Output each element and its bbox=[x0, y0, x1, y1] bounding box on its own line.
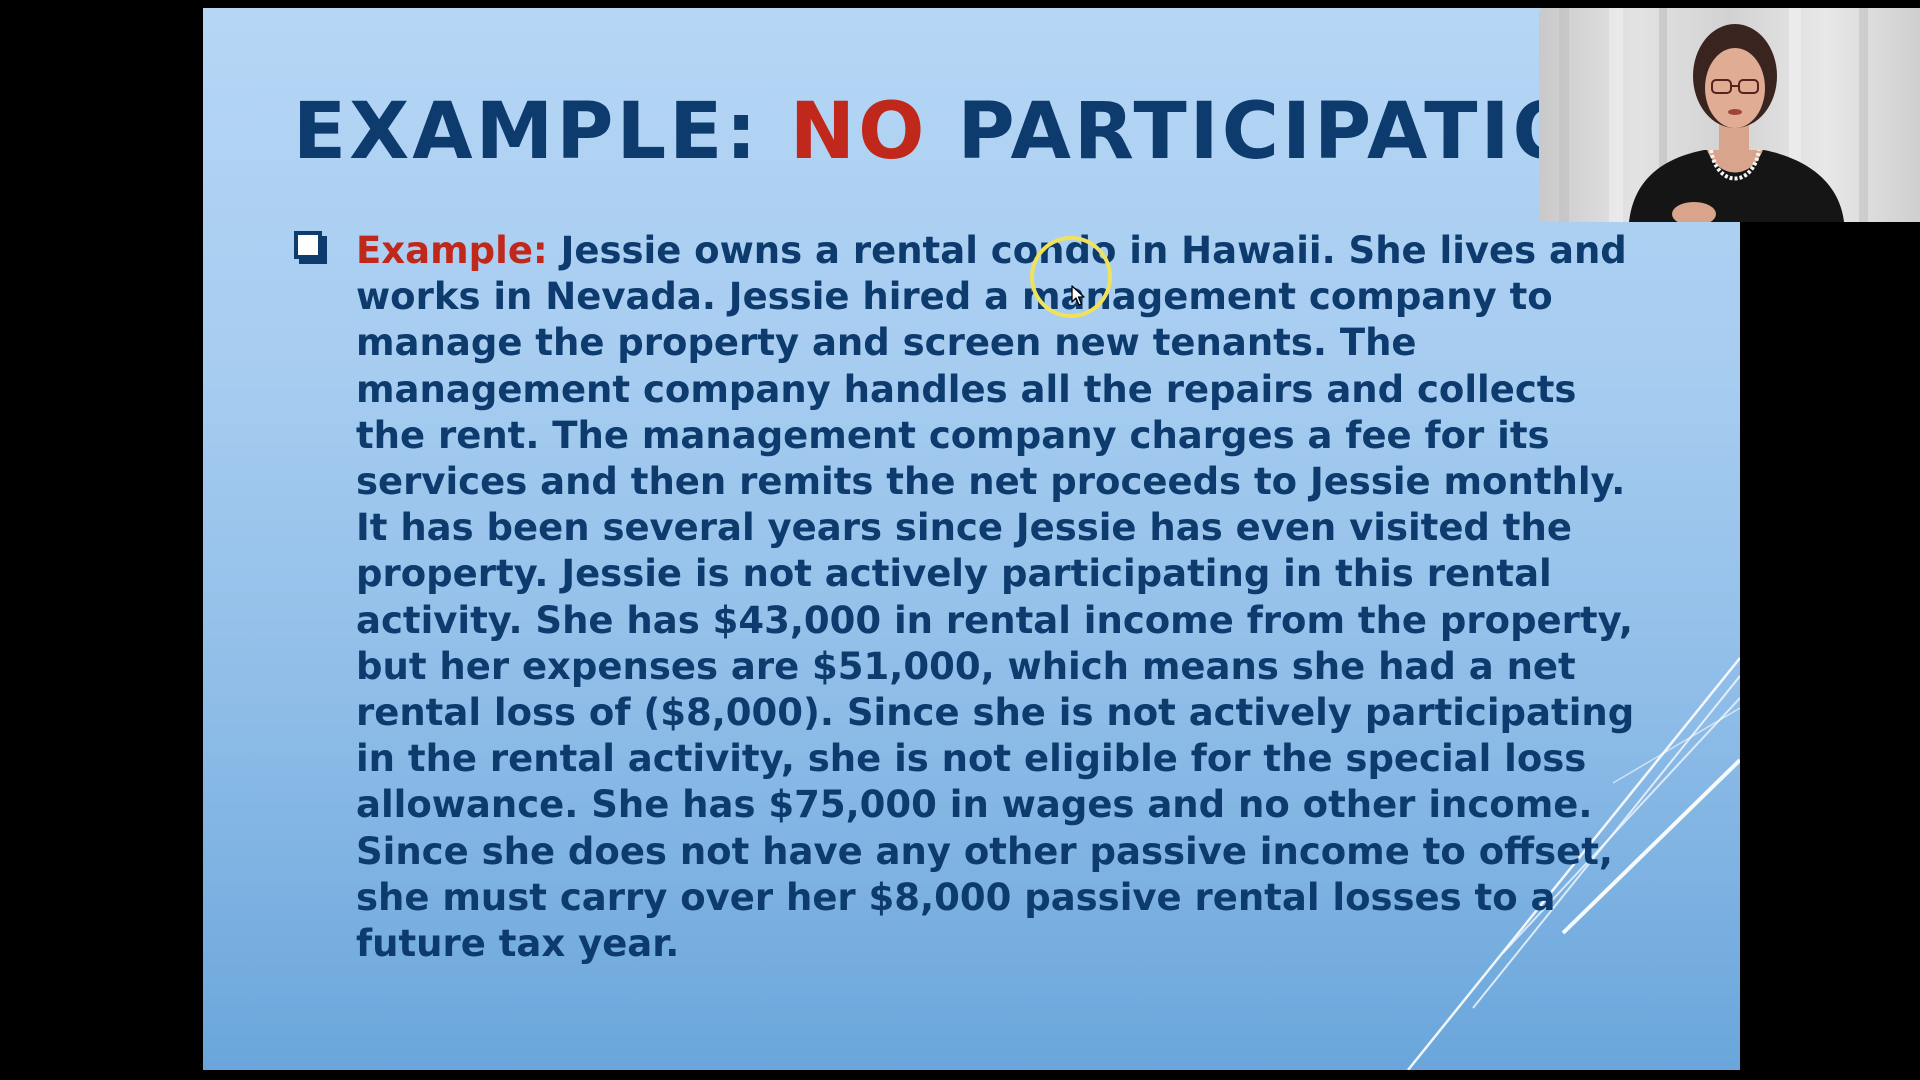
slide-title-prefix: EXAMPLE: bbox=[292, 87, 790, 177]
slide-title: EXAMPLE: NO PARTICIPATION bbox=[203, 87, 1740, 177]
video-frame: EXAMPLE: NO PARTICIPATION Example: Jessi… bbox=[0, 0, 1920, 1080]
presenter-figure bbox=[1559, 8, 1868, 222]
presentation-slide: EXAMPLE: NO PARTICIPATION Example: Jessi… bbox=[203, 8, 1740, 1070]
slide-title-accent: NO bbox=[789, 87, 928, 177]
checkbox-square-icon bbox=[294, 231, 322, 259]
example-paragraph: Example: Jessie owns a rental condo in H… bbox=[356, 228, 1656, 967]
example-label: Example: bbox=[356, 229, 548, 272]
mouse-pointer-icon bbox=[1071, 285, 1085, 306]
presenter-webcam bbox=[1539, 8, 1920, 222]
example-body: Jessie owns a rental condo in Hawaii. Sh… bbox=[356, 229, 1635, 966]
